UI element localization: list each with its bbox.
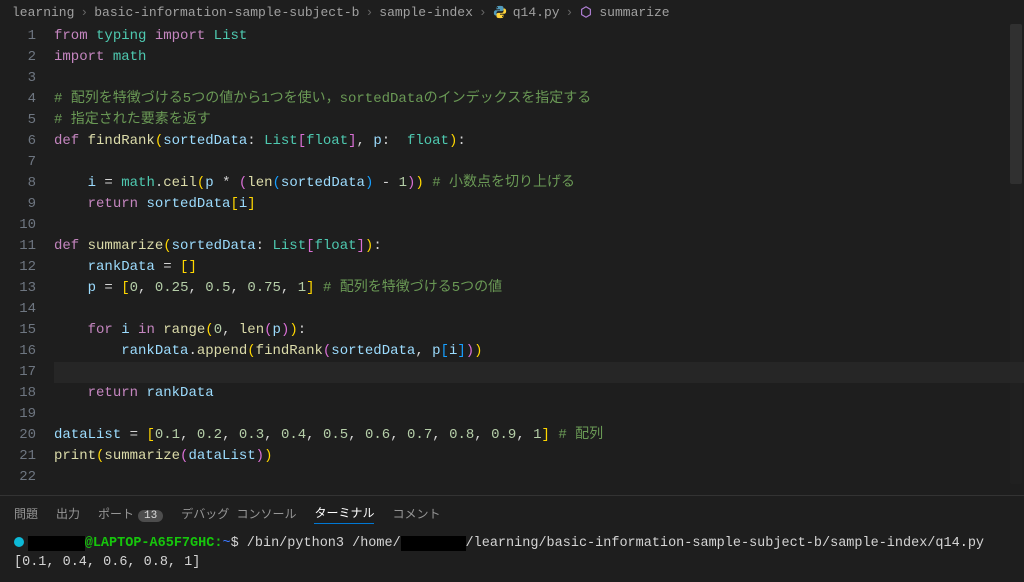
editor-scrollbar[interactable] [1010,24,1022,484]
tab-debug-console[interactable]: デバッグ コンソール [181,503,296,524]
symbol-method-icon [579,5,593,19]
terminal-output: [0.1, 0.4, 0.6, 0.8, 1] [14,555,200,570]
code-editor[interactable]: 123 456 789 101112 131415 161718 192021 … [0,24,1024,495]
bottom-panel: 問題 出力 ポート13 デバッグ コンソール ターミナル コメント xxxxxx… [0,495,1024,582]
breadcrumb-seg[interactable]: summarize [599,5,669,20]
python-file-icon [493,5,507,19]
breadcrumb-seg[interactable]: learning [12,5,74,20]
chevron-right-icon: › [80,5,88,20]
terminal-cmd-path-a: /home/ [352,536,401,551]
prompt-status-icon [14,537,24,547]
ports-badge: 13 [138,510,163,522]
breadcrumb-seg[interactable]: sample-index [379,5,473,20]
tab-ports[interactable]: ポート13 [98,503,163,524]
chevron-right-icon: › [566,5,574,20]
redacted-user: xxxxxxx [28,536,85,551]
line-number-gutter: 123 456 789 101112 131415 161718 192021 … [0,26,54,495]
tab-problems[interactable]: 問題 [14,503,38,524]
terminal-host: @LAPTOP-A65F7GHC [85,536,215,551]
tab-terminal[interactable]: ターミナル [314,502,374,524]
breadcrumb-seg[interactable]: q14.py [513,5,560,20]
terminal-cmd-path-b: /learning/basic-information-sample-subje… [466,536,984,551]
chevron-right-icon: › [479,5,487,20]
terminal-cmd-interp: /bin/python3 [247,536,344,551]
chevron-right-icon: › [365,5,373,20]
breadcrumb: learning › basic-information-sample-subj… [0,0,1024,24]
tab-comments[interactable]: コメント [392,503,440,524]
redacted-path: xxxxxxxx [401,536,466,551]
panel-tabs: 問題 出力 ポート13 デバッグ コンソール ターミナル コメント [0,496,1024,530]
code-content[interactable]: from typing import List import math # 配列… [54,26,1024,495]
terminal-content[interactable]: xxxxxxx@LAPTOP-A65F7GHC:~$ /bin/python3 … [0,530,1024,582]
breadcrumb-seg[interactable]: basic-information-sample-subject-b [94,5,359,20]
tab-output[interactable]: 出力 [56,503,80,524]
scrollbar-thumb[interactable] [1010,24,1022,184]
